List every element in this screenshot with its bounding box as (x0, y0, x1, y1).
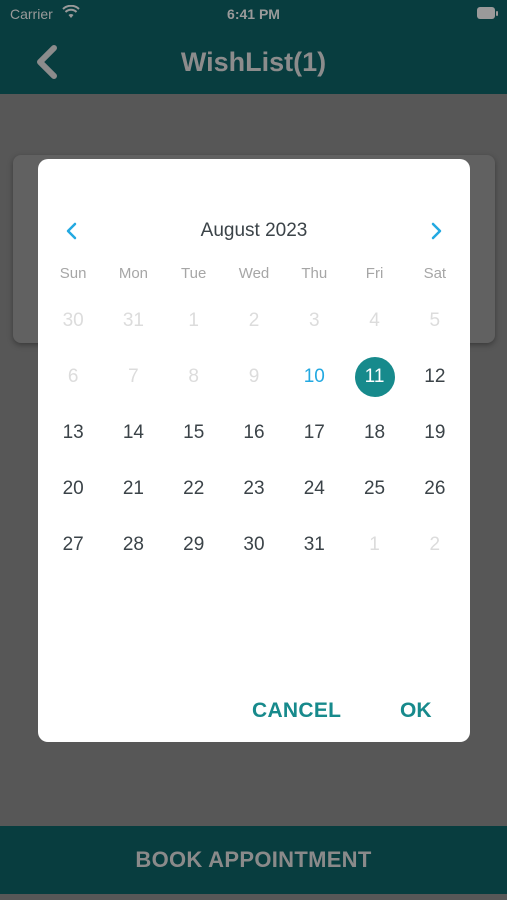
weekday-label: Sat (423, 265, 447, 282)
book-appointment-button[interactable]: BOOK APPOINTMENT (0, 826, 507, 894)
battery-icon (477, 7, 498, 19)
calendar-day[interactable]: 27 (43, 517, 103, 573)
weekday-label: Mon (118, 265, 149, 282)
calendar-day[interactable]: 17 (284, 405, 344, 461)
calendar-day-selected[interactable]: 11 (344, 349, 404, 405)
calendar-day[interactable]: 26 (405, 461, 465, 517)
calendar-day-outside: 1 (369, 534, 380, 555)
calendar-week: 27 28 29 30 31 1 2 (43, 517, 465, 573)
calendar-day[interactable]: 12 (405, 349, 465, 405)
weekday-label: Fri (365, 265, 384, 282)
calendar-day[interactable]: 19 (405, 405, 465, 461)
calendar-day-disabled: 1 (188, 310, 199, 331)
calendar-week: 30 31 1 2 3 4 5 (43, 293, 465, 349)
calendar-day[interactable]: 25 (344, 461, 404, 517)
date-picker-dialog: August 2023 Sun Mon Tue Wed Thu Fri Sat … (38, 159, 470, 742)
calendar-day[interactable]: 18 (344, 405, 404, 461)
weekday-label: Wed (238, 265, 270, 282)
calendar-day-disabled: 9 (248, 366, 260, 387)
calendar-day[interactable]: 22 (164, 461, 224, 517)
weekday-label: Thu (301, 265, 328, 282)
home-indicator-strip (0, 894, 507, 900)
month-title: August 2023 (200, 220, 308, 241)
calendar-day[interactable]: 21 (103, 461, 163, 517)
calendar-day[interactable]: 28 (103, 517, 163, 573)
weekday-row: Sun Mon Tue Wed Thu Fri Sat (43, 265, 465, 285)
nav-bar: WishList(1) (0, 28, 507, 94)
calendar-week: 6 7 8 9 10 11 12 (43, 349, 465, 405)
calendar-day[interactable]: 30 (224, 517, 284, 573)
calendar-day-outside: 2 (429, 534, 441, 555)
calendar-day[interactable]: 24 (284, 461, 344, 517)
calendar-day-disabled: 4 (369, 310, 380, 331)
book-appointment-label: BOOK APPOINTMENT (135, 847, 372, 872)
next-month-button[interactable] (424, 219, 448, 243)
calendar-day-outside: 31 (122, 310, 144, 331)
calendar-day-disabled: 6 (67, 366, 79, 387)
calendar-day-outside: 30 (62, 310, 84, 331)
calendar-day-today[interactable]: 10 (284, 349, 344, 405)
calendar-week: 20 21 22 23 24 25 26 (43, 461, 465, 517)
calendar-day[interactable]: 31 (284, 517, 344, 573)
calendar-day[interactable]: 13 (43, 405, 103, 461)
page-title: WishList(1) (180, 47, 327, 77)
calendar-week: 13 14 15 16 17 18 19 (43, 405, 465, 461)
chevron-right-icon (431, 222, 442, 240)
weekday-label: Tue (181, 265, 207, 282)
calendar-day[interactable]: 15 (164, 405, 224, 461)
calendar-day[interactable]: 14 (103, 405, 163, 461)
calendar-header: August 2023 (38, 209, 470, 253)
calendar-grid: 30 31 1 2 3 4 5 6 7 8 9 10 11 12 13 14 1… (43, 293, 465, 573)
status-bar: Carrier 6:41 PM (0, 0, 507, 28)
calendar-day-disabled: 5 (429, 310, 441, 331)
calendar-day-disabled: 2 (248, 310, 260, 331)
calendar-day[interactable]: 20 (43, 461, 103, 517)
calendar-day-disabled: 7 (128, 366, 139, 387)
calendar-day[interactable]: 29 (164, 517, 224, 573)
status-time: 6:41 PM (227, 6, 280, 22)
weekday-label: Sun (59, 265, 87, 282)
calendar-day-disabled: 8 (188, 366, 199, 387)
calendar-day[interactable]: 16 (224, 405, 284, 461)
calendar-day-disabled: 3 (308, 310, 320, 331)
calendar-day[interactable]: 23 (224, 461, 284, 517)
ok-button[interactable]: OK (400, 699, 432, 723)
cancel-button[interactable]: CANCEL (252, 699, 341, 723)
